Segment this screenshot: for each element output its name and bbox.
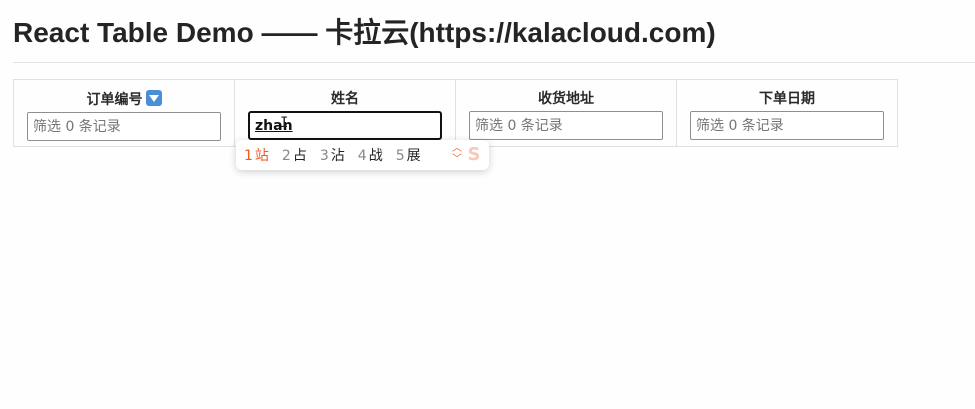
- filter-input-address[interactable]: [469, 111, 663, 140]
- sort-descending-icon[interactable]: [145, 90, 162, 106]
- ime-candidate-popup[interactable]: 1站 2占 3沾 4战 5展 ︿ ﹀ S: [236, 140, 489, 170]
- title-divider: [13, 62, 975, 63]
- column-header-label: 订单编号: [14, 90, 234, 109]
- ime-candidate[interactable]: 1站: [244, 145, 269, 165]
- column-header-order-id[interactable]: 订单编号: [13, 79, 235, 147]
- text-cursor-icon: I: [280, 115, 289, 131]
- ime-candidate[interactable]: 2占: [282, 145, 307, 165]
- column-header-order-date[interactable]: 下单日期: [676, 79, 898, 147]
- page-title: React Table Demo —— 卡拉云(https://kalaclou…: [13, 17, 716, 48]
- ime-candidate[interactable]: 5展: [396, 145, 421, 165]
- header-row: 订单编号 姓名 收货地址 下单日期: [13, 79, 898, 147]
- column-header-name[interactable]: 姓名: [234, 79, 456, 147]
- ime-candidate[interactable]: 4战: [358, 145, 383, 165]
- column-header-label: 姓名: [331, 91, 359, 107]
- column-header-label: 收货地址: [538, 91, 594, 107]
- column-header-address[interactable]: 收货地址: [455, 79, 677, 147]
- filter-input-order-id[interactable]: [27, 112, 221, 141]
- react-table: 订单编号 姓名 收货地址 下单日期: [13, 79, 898, 147]
- page: React Table Demo —— 卡拉云(https://kalaclou…: [0, 0, 975, 409]
- filter-input-order-date[interactable]: [690, 111, 884, 140]
- ime-candidate[interactable]: 3沾: [320, 145, 345, 165]
- filter-input-name[interactable]: [248, 111, 442, 140]
- sogou-ime-logo-icon: S: [467, 144, 481, 165]
- column-header-label: 下单日期: [759, 91, 815, 107]
